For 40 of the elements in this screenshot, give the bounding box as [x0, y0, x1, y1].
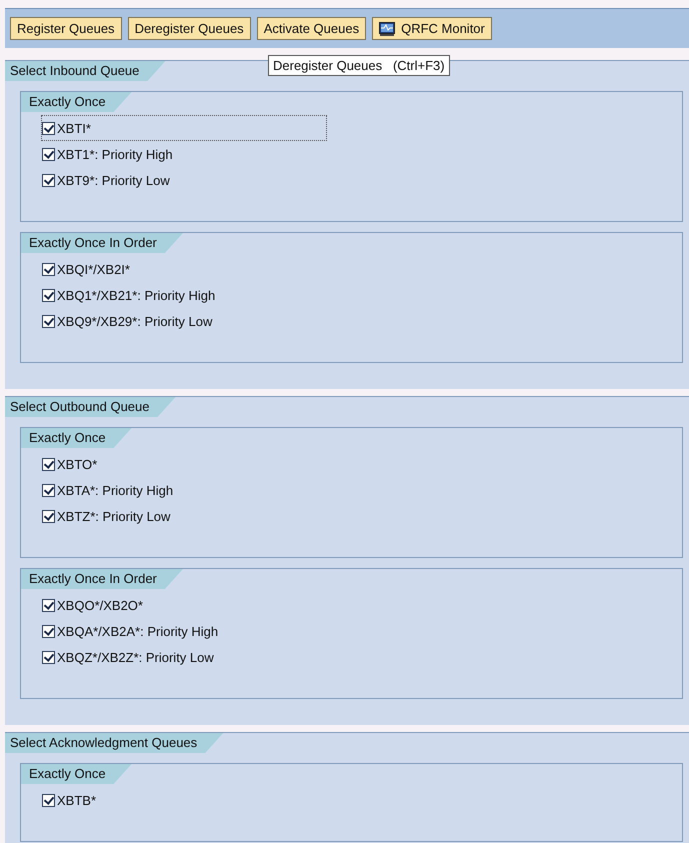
checkbox[interactable] — [42, 510, 55, 522]
checkbox[interactable] — [42, 122, 55, 134]
section-title: Select Inbound Queue — [5, 61, 166, 81]
toolbar-button[interactable]: Register Queues — [10, 17, 122, 40]
section-title: Select Acknowledgment Queues — [5, 733, 224, 753]
checkbox-option[interactable]: XBQO*/XB2O* — [41, 592, 148, 618]
checkbox-option[interactable]: XBT1*: Priority High — [41, 141, 178, 167]
tooltip: Deregister Queues (Ctrl+F3) — [268, 55, 450, 76]
toolbar-button[interactable]: QRFC Monitor — [372, 17, 492, 40]
checkbox-option[interactable]: XBQA*/XB2A*: Priority High — [41, 618, 224, 644]
checkbox[interactable] — [42, 794, 55, 806]
group-title: Exactly Once In Order — [21, 569, 183, 589]
checkbox-option[interactable]: XBTB* — [41, 787, 102, 813]
checkbox-option[interactable]: XBQ9*/XB29*: Priority Low — [41, 308, 218, 334]
checkbox[interactable] — [42, 314, 55, 328]
checkbox[interactable] — [42, 650, 55, 664]
checkbox[interactable] — [42, 624, 55, 638]
checkbox[interactable] — [42, 598, 55, 612]
checkbox-option[interactable]: XBTI* — [41, 115, 327, 141]
toolbar-button[interactable]: Activate Queues — [256, 17, 366, 40]
checkbox[interactable] — [42, 484, 55, 496]
checkbox-option[interactable]: XBQI*/XB2I* — [41, 256, 135, 282]
group-title: Exactly Once — [21, 92, 132, 112]
section-title: Select Outbound Queue — [5, 397, 176, 417]
group-title: Exactly Once In Order — [21, 233, 183, 253]
group-title: Exactly Once — [21, 428, 132, 448]
checkbox[interactable] — [42, 458, 55, 470]
checkbox[interactable] — [42, 174, 55, 186]
checkbox[interactable] — [42, 262, 55, 276]
checkbox-option[interactable]: XBQZ*/XB2Z*: Priority Low — [41, 644, 219, 670]
toolbar-button[interactable]: Deregister Queues — [128, 17, 251, 40]
checkbox-option[interactable]: XBT9*: Priority Low — [41, 167, 175, 193]
group-title: Exactly Once — [21, 764, 132, 784]
checkbox-option[interactable]: XBTA*: Priority High — [41, 477, 178, 503]
checkbox[interactable] — [42, 288, 55, 302]
checkbox-option[interactable]: XBTZ*: Priority Low — [41, 503, 176, 529]
checkbox-option[interactable]: XBQ1*/XB21*: Priority High — [41, 282, 220, 308]
checkbox-option[interactable]: XBTO* — [41, 451, 102, 477]
checkbox[interactable] — [42, 148, 55, 160]
monitor-icon — [379, 22, 396, 36]
